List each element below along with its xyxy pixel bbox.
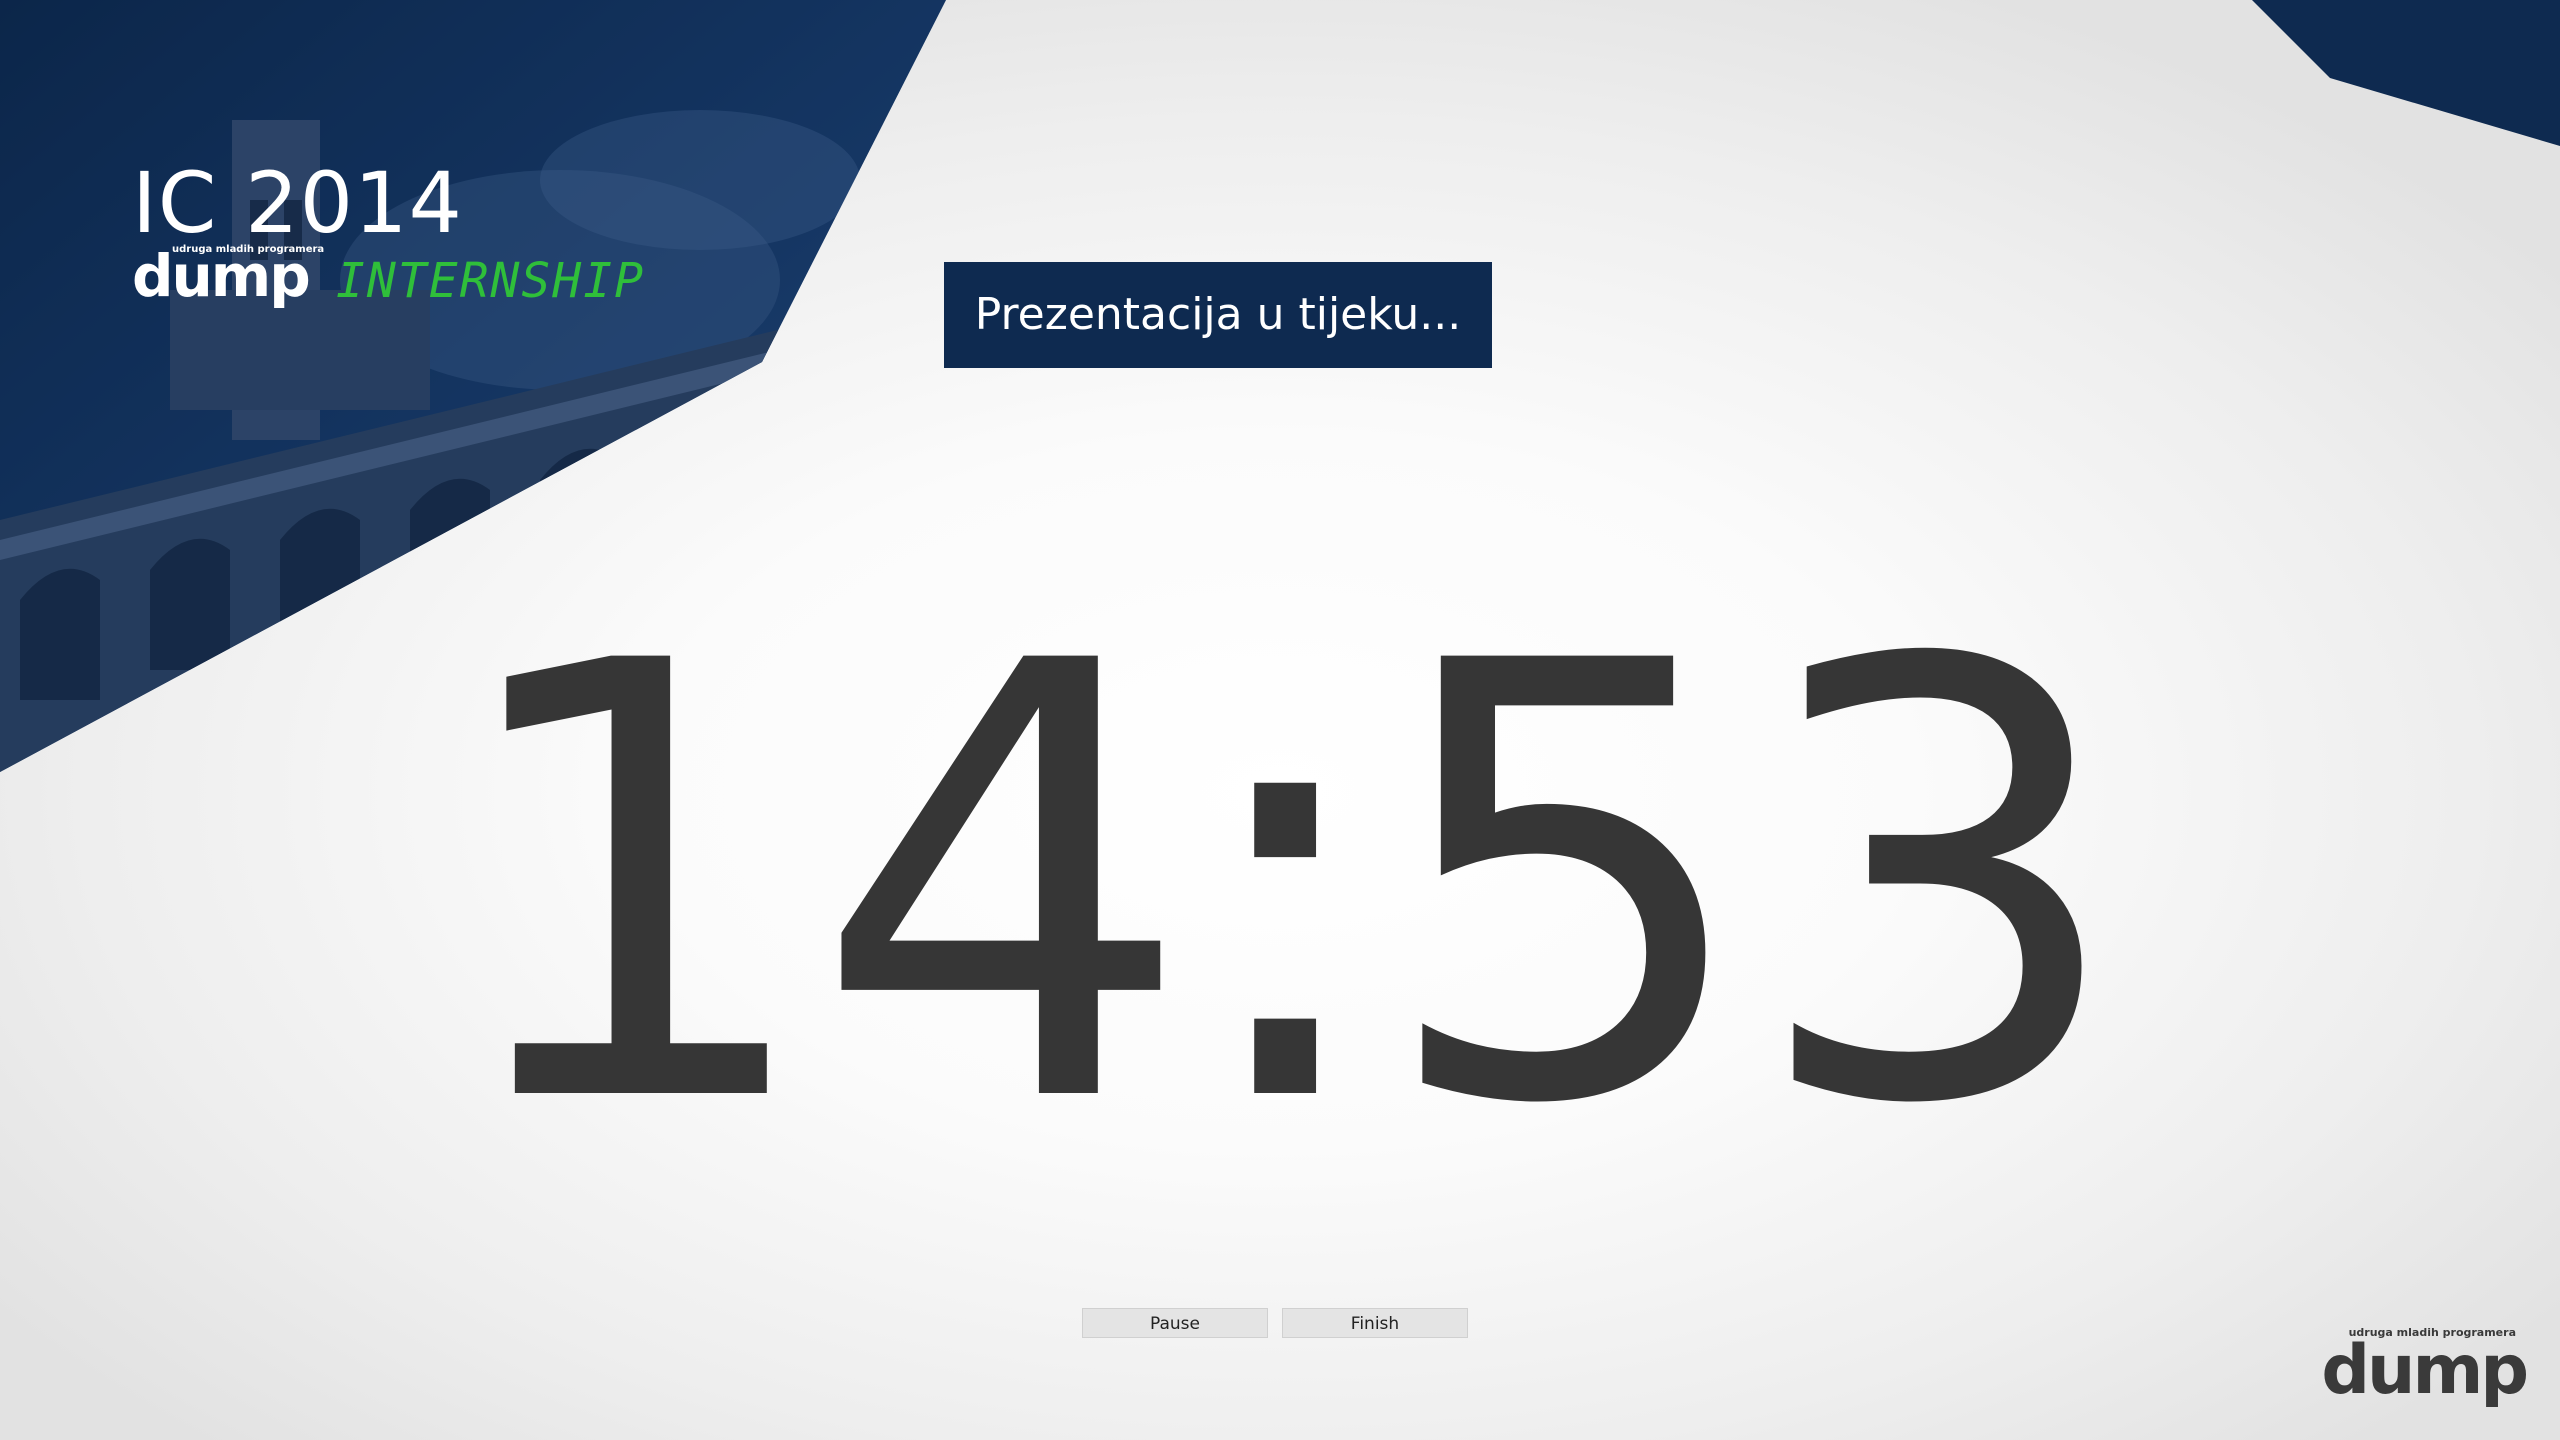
- corner-accent-top-right: [2252, 0, 2560, 146]
- pause-button[interactable]: Pause: [1082, 1308, 1268, 1338]
- footer-dump-logo: udruga mladih programera dump: [2296, 1326, 2529, 1410]
- internship-label: INTERNSHIP: [336, 253, 645, 309]
- event-branding: IC 2014 dump udruga mladih programera IN…: [132, 154, 643, 312]
- status-banner: Prezentacija u tijeku...: [944, 262, 1492, 368]
- footer-dump-text: dump: [2321, 1331, 2529, 1410]
- timer-controls: Pause Finish: [1082, 1308, 1468, 1338]
- dump-logo: dump: [132, 247, 311, 305]
- finish-button[interactable]: Finish: [1282, 1308, 1468, 1338]
- countdown-timer: 14:53: [440, 536, 2129, 1235]
- event-title: IC 2014: [132, 154, 463, 252]
- dump-tagline: udruga mladih programera: [172, 244, 325, 255]
